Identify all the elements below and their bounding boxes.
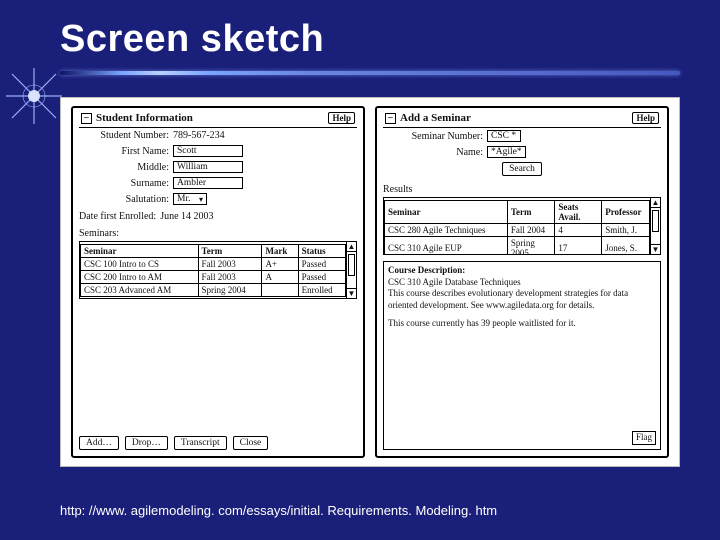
cell: Passed (298, 258, 345, 271)
col-seats: Seats Avail. (555, 201, 602, 224)
cell: Fall 2004 (507, 224, 555, 237)
close-button[interactable]: Close (233, 436, 269, 450)
results-table: Seminar Term Seats Avail. Professor CSC … (384, 200, 650, 254)
minimize-icon[interactable] (385, 113, 396, 124)
seminar-name-input[interactable]: *Agile* (487, 146, 526, 158)
col-term: Term (507, 201, 555, 224)
cell: 4 (555, 224, 602, 237)
seminars-header-row: Seminar Term Mark Status (81, 245, 346, 258)
col-seminar: Seminar (385, 201, 508, 224)
date-enrolled-label: Date first Enrolled: (79, 211, 156, 222)
results-table-wrap: Seminar Term Seats Avail. Professor CSC … (383, 197, 661, 255)
col-professor: Professor (602, 201, 650, 224)
help-button-right[interactable]: Help (632, 112, 659, 124)
seminar-number-input[interactable]: CSC * (487, 130, 521, 142)
cell: A+ (262, 258, 298, 271)
student-number-row: Student Number: 789-567-234 (79, 130, 357, 141)
title-underline (60, 71, 680, 75)
waitlist-line: This course currently has 39 people wait… (388, 318, 656, 330)
salutation-select[interactable]: Mr. (173, 193, 207, 205)
first-name-input[interactable]: Scott (173, 145, 243, 157)
scroll-thumb[interactable] (652, 210, 659, 232)
slide: Screen sketch Student Information Help S… (0, 0, 720, 540)
scrollbar-right[interactable]: ▲ ▼ (650, 198, 660, 254)
col-seminar: Seminar (81, 245, 199, 258)
description-heading: Course Description: (388, 265, 656, 277)
scroll-up-icon[interactable]: ▲ (347, 242, 356, 252)
student-info-window: Student Information Help Student Number:… (71, 106, 365, 458)
titlebar-left: Student Information Help (79, 112, 357, 128)
sketch-container: Student Information Help Student Number:… (60, 97, 680, 467)
surname-label: Surname: (79, 178, 169, 189)
minimize-icon[interactable] (81, 113, 92, 124)
drop-button[interactable]: Drop… (125, 436, 168, 450)
cell: Enrolled (298, 284, 345, 297)
col-status: Status (298, 245, 345, 258)
titlebar-right: Add a Seminar Help (383, 112, 661, 128)
cell: A (262, 271, 298, 284)
scroll-thumb[interactable] (348, 254, 355, 276)
first-name-label: First Name: (79, 146, 169, 157)
col-mark: Mark (262, 245, 298, 258)
table-row[interactable]: CSC 203 Advanced AM Spring 2004 Enrolled (81, 284, 346, 297)
scroll-down-icon[interactable]: ▼ (347, 288, 356, 298)
left-button-row: Add… Drop… Transcript Close (79, 432, 357, 450)
date-enrolled-value: June 14 2003 (160, 211, 213, 222)
table-row[interactable]: CSC 200 Intro to AM Fall 2003 A Passed (81, 271, 346, 284)
course-description-box: Course Description: CSC 310 Agile Databa… (383, 261, 661, 450)
middle-input[interactable]: William (173, 161, 243, 173)
col-term: Term (198, 245, 262, 258)
add-button[interactable]: Add… (79, 436, 119, 450)
table-row[interactable]: CSC 280 Agile Techniques Fall 2004 4 Smi… (385, 224, 650, 237)
source-url: http: //www. agilemodeling. com/essays/i… (60, 503, 497, 518)
cell: 17 (555, 237, 602, 255)
scrollbar-left[interactable]: ▲ ▼ (346, 242, 356, 298)
cell: CSC 280 Agile Techniques (385, 224, 508, 237)
results-header-row: Seminar Term Seats Avail. Professor (385, 201, 650, 224)
table-row[interactable]: CSC 310 Agile EUP Spring 2005 17 Jones, … (385, 237, 650, 255)
flag-button[interactable]: Flag (632, 431, 656, 445)
seminars-label: Seminars: (79, 228, 357, 239)
window-title-right: Add a Seminar (400, 112, 471, 124)
student-number-label: Student Number: (79, 130, 169, 141)
cell: Passed (298, 271, 345, 284)
scroll-down-icon[interactable]: ▼ (651, 244, 660, 254)
cell: Fall 2003 (198, 258, 262, 271)
results-label: Results (383, 184, 661, 195)
add-seminar-window: Add a Seminar Help Seminar Number: CSC *… (375, 106, 669, 458)
cell: Smith, J. (602, 224, 650, 237)
search-button[interactable]: Search (502, 162, 542, 176)
middle-label: Middle: (79, 162, 169, 173)
help-button-left[interactable]: Help (328, 112, 355, 124)
surname-input[interactable]: Ambler (173, 177, 243, 189)
transcript-button[interactable]: Transcript (174, 436, 227, 450)
salutation-label: Salutation: (79, 194, 169, 205)
table-row[interactable]: CSC 100 Intro to CS Fall 2003 A+ Passed (81, 258, 346, 271)
seminars-table: Seminar Term Mark Status CSC 100 Intro t… (80, 244, 346, 297)
description-body: This course describes evolutionary devel… (388, 288, 656, 311)
description-course: CSC 310 Agile Database Techniques (388, 277, 656, 289)
cell: Fall 2003 (198, 271, 262, 284)
seminar-number-label: Seminar Number: (383, 131, 483, 142)
cell: CSC 200 Intro to AM (81, 271, 199, 284)
cell: CSC 100 Intro to CS (81, 258, 199, 271)
lens-flare-decoration (6, 68, 62, 124)
cell: CSC 310 Agile EUP (385, 237, 508, 255)
window-title-left: Student Information (96, 112, 193, 124)
seminars-table-wrap: Seminar Term Mark Status CSC 100 Intro t… (79, 241, 357, 299)
cell: Spring 2005 (507, 237, 555, 255)
cell: Spring 2004 (198, 284, 262, 297)
slide-title: Screen sketch (60, 18, 680, 61)
cell: Jones, S. (602, 237, 650, 255)
cell: CSC 203 Advanced AM (81, 284, 199, 297)
seminar-name-label: Name: (383, 147, 483, 158)
scroll-up-icon[interactable]: ▲ (651, 198, 660, 208)
cell (262, 284, 298, 297)
student-number-value: 789-567-234 (173, 130, 225, 141)
